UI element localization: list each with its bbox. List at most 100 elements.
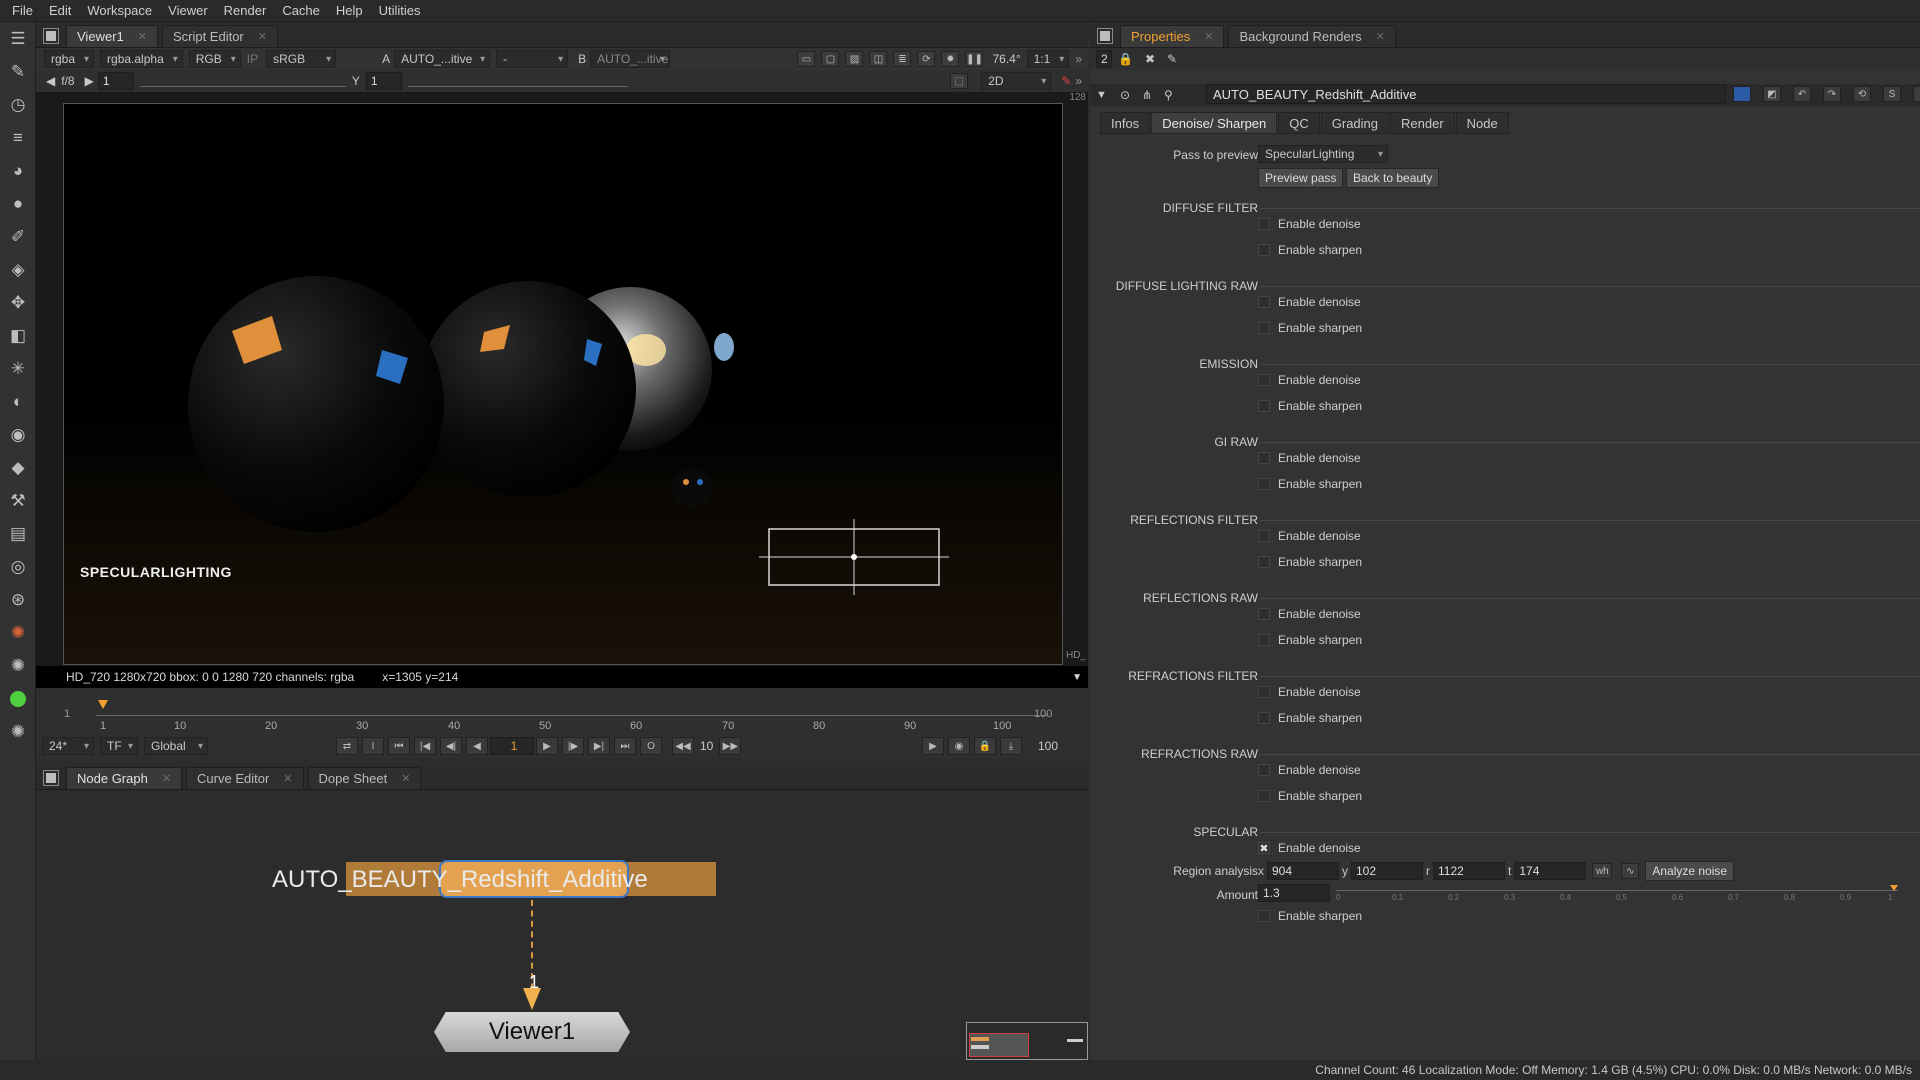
render-frame[interactable]: SPECULARLIGHTING <box>63 103 1063 665</box>
channels-dropdown[interactable]: rgba <box>44 50 95 68</box>
dropdown-arrow-icon[interactable]: ▼ <box>1072 672 1082 683</box>
menu-viewer[interactable]: Viewer <box>160 3 216 18</box>
checkbox[interactable] <box>1258 478 1270 490</box>
refresh-icon[interactable]: ⟳ <box>917 51 936 67</box>
checkbox[interactable] <box>1258 244 1270 256</box>
next-keyframe-icon[interactable]: ▶| <box>588 737 610 755</box>
checkbox[interactable] <box>1258 712 1270 724</box>
gamma-slider[interactable] <box>407 75 628 87</box>
viewer-node[interactable]: Viewer1 <box>434 1012 630 1052</box>
gizmo-icon[interactable]: ⚲ <box>1164 88 1173 102</box>
node-color-icon[interactable] <box>1733 86 1751 102</box>
3d-icon[interactable]: ◧ <box>0 319 36 352</box>
reflections-filter-denoise[interactable]: Enable denoise <box>1258 529 1361 543</box>
last-frame-icon[interactable]: ⏭ <box>614 737 636 755</box>
menu-utilities[interactable]: Utilities <box>371 3 429 18</box>
particles-icon[interactable]: ✳ <box>0 352 36 385</box>
lut-dropdown[interactable]: sRGB <box>266 50 337 68</box>
region-x-field[interactable]: 904 <box>1267 862 1339 880</box>
range-dropdown[interactable]: Global <box>144 737 208 755</box>
prev-frame-icon[interactable]: ◀| <box>440 737 462 755</box>
menu-edit[interactable]: Edit <box>41 3 79 18</box>
deep-icon[interactable]: ◐ <box>0 385 36 418</box>
tab-render[interactable]: Render <box>1390 112 1455 134</box>
diffuse-filter-sharpen[interactable]: Enable sharpen <box>1258 243 1362 257</box>
tab-dope-sheet[interactable]: Dope Sheet ✕ <box>307 767 422 789</box>
reflections-filter-sharpen[interactable]: Enable sharpen <box>1258 555 1362 569</box>
panel-menu-icon[interactable] <box>43 770 59 786</box>
transform-icon[interactable]: ✥ <box>0 286 36 319</box>
amount-field[interactable]: 1.3 <box>1258 884 1330 902</box>
close-icon[interactable]: ✕ <box>1376 30 1385 43</box>
slider-handle[interactable] <box>1890 885 1898 891</box>
step-increment[interactable]: 10 <box>700 739 713 753</box>
checkbox[interactable] <box>1258 296 1270 308</box>
clear-icon[interactable]: ✖ <box>1145 52 1155 66</box>
tab-qc[interactable]: QC <box>1278 112 1320 134</box>
close-icon[interactable]: ✕ <box>1204 30 1213 43</box>
checkbox[interactable] <box>1258 608 1270 620</box>
close-icon[interactable]: ✕ <box>283 772 292 785</box>
record-icon[interactable]: ◉ <box>947 737 970 755</box>
color-icon[interactable]: ◕ <box>0 154 36 187</box>
tab-background-renders[interactable]: Background Renders ✕ <box>1228 25 1396 47</box>
panel-menu-icon[interactable] <box>1097 28 1113 44</box>
pause-icon[interactable]: ❚❚ <box>965 51 984 67</box>
gi-raw-denoise[interactable]: Enable denoise <box>1258 451 1361 465</box>
tile-color-icon[interactable]: ◩ <box>1763 86 1781 102</box>
input-icon[interactable]: ⋔ <box>1142 88 1152 102</box>
checkbox[interactable] <box>1258 374 1270 386</box>
undo-icon[interactable]: ↶ <box>1793 86 1811 102</box>
next-frame-icon[interactable]: |▶ <box>562 737 584 755</box>
next-icon[interactable]: ▶ <box>85 74 94 88</box>
specular-denoise[interactable]: ✖ Enable denoise <box>1258 841 1361 855</box>
panel-menu-icon[interactable] <box>43 28 59 44</box>
checkbox-checked[interactable]: ✖ <box>1258 842 1270 855</box>
help-icon[interactable]: ? <box>1913 86 1920 102</box>
ip-toggle[interactable]: IP <box>247 52 258 66</box>
timeline-track[interactable] <box>96 698 1048 716</box>
menu-render[interactable]: Render <box>216 3 275 18</box>
menu-help[interactable]: Help <box>328 3 371 18</box>
node-label[interactable]: AUTO_BEAUTY_Redshift_Additive <box>272 866 648 894</box>
first-frame-icon[interactable]: ⏮ <box>388 737 410 755</box>
prev-keyframe-icon[interactable]: |◀ <box>414 737 436 755</box>
region-icon[interactable]: ⬚ <box>950 73 969 89</box>
lock-icon[interactable]: 🔒 <box>973 737 996 755</box>
end-frame-field[interactable]: 100 <box>1038 739 1058 753</box>
checkbox[interactable] <box>1258 556 1270 568</box>
display-dropdown[interactable]: RGB <box>188 50 241 68</box>
tab-infos[interactable]: Infos <box>1100 112 1151 134</box>
close-icon[interactable]: ✕ <box>162 772 171 785</box>
channel-icon[interactable]: ≡ <box>0 121 36 154</box>
draw-icon[interactable]: ✎ <box>0 55 36 88</box>
timeline[interactable]: 1 1 10 20 30 40 50 60 70 80 90 100 100 <box>36 690 1088 734</box>
filter-icon[interactable]: ● <box>0 187 36 220</box>
menu-workspace[interactable]: Workspace <box>79 3 160 18</box>
time-icon[interactable]: ◷ <box>0 88 36 121</box>
checkbox[interactable] <box>1258 530 1270 542</box>
specular-sharpen[interactable]: Enable sharpen <box>1258 909 1362 923</box>
diffuse-lighting-raw-sharpen[interactable]: Enable sharpen <box>1258 321 1362 335</box>
refractions-raw-sharpen[interactable]: Enable sharpen <box>1258 789 1362 803</box>
checkbox[interactable] <box>1258 634 1270 646</box>
refractions-raw-denoise[interactable]: Enable denoise <box>1258 763 1361 777</box>
checkbox[interactable] <box>1258 790 1270 802</box>
export-icon[interactable]: ⤓ <box>999 737 1022 755</box>
current-frame-field[interactable]: 1 <box>490 737 534 755</box>
center-icon[interactable]: ⊙ <box>1120 88 1130 102</box>
analyze-noise-button[interactable]: Analyze noise <box>1645 861 1735 881</box>
play-backward-icon[interactable]: ◀ <box>466 737 488 755</box>
node-graph[interactable]: AUTO_BEAUTY_Redshift_Additive 1 Viewer1 <box>36 790 1088 1060</box>
node-graph-minimap[interactable] <box>966 1022 1088 1060</box>
checkbox[interactable] <box>1258 910 1270 922</box>
refractions-filter-sharpen[interactable]: Enable sharpen <box>1258 711 1362 725</box>
tab-properties[interactable]: Properties ✕ <box>1120 25 1225 47</box>
close-icon[interactable]: ✕ <box>138 30 147 43</box>
script-icon[interactable]: S <box>1883 86 1901 102</box>
step-back-icon[interactable]: ◀◀ <box>672 737 694 755</box>
expand-icon[interactable]: » <box>1075 74 1082 88</box>
gi-raw-sharpen[interactable]: Enable sharpen <box>1258 477 1362 491</box>
menu-file[interactable]: File <box>4 3 41 18</box>
animation-curve-icon[interactable]: ∿ <box>1621 863 1640 879</box>
